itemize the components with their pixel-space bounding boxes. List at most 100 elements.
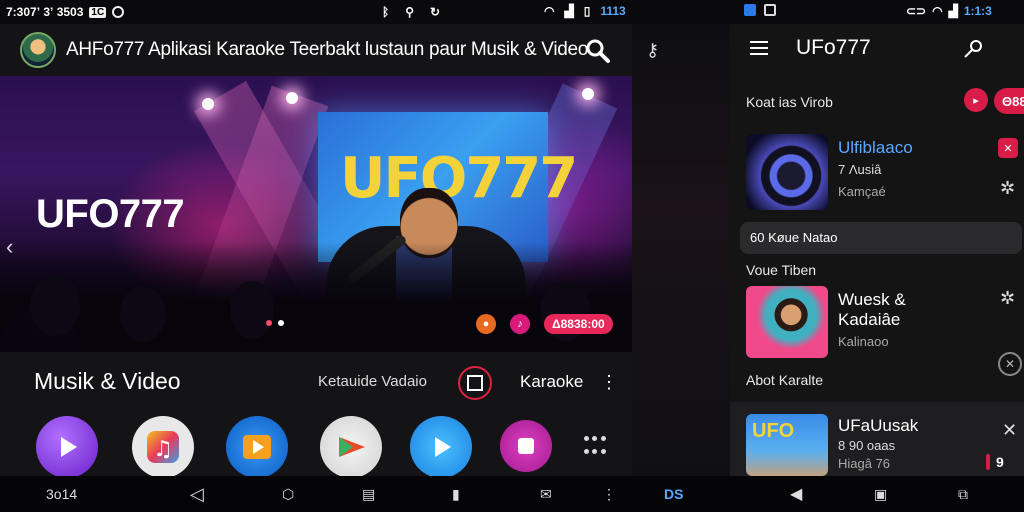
gallery-icon[interactable]: ▤ [362,485,375,503]
back-icon[interactable]: ◀ [790,485,802,503]
section-link[interactable]: Ketauide Vadaio [318,373,427,390]
signal-icon: ▟ [564,4,574,18]
carousel-dot[interactable] [278,320,284,326]
singer-thumbnail [746,286,828,358]
views-badge[interactable]: Δ8838:00 [544,314,613,334]
item-title-line2: Kadaiâe [838,310,901,329]
row1-badge[interactable]: Θ8880 [994,88,1024,114]
prev-slide-icon[interactable]: ‹ [6,234,20,259]
status-clock-2: 1:1:3 [963,4,992,18]
right-panel: UFo777 Koat ias Virob ▸ Θ8880 Ulfiblaaco… [730,24,1024,476]
battery-icon: ▯ [583,4,591,18]
screen-logo-text: UFO777 [340,146,578,211]
crowd-head [30,276,80,336]
app-label[interactable]: DS [664,485,683,503]
item-meta: Kamçaé [838,184,886,199]
bluetooth-icon: ᛒ [382,5,390,19]
row-label-3: Abot Karalte [746,372,824,388]
close-icon[interactable]: ✕ [1002,420,1017,441]
menu-icon[interactable] [750,41,768,55]
video-play-icon [243,435,271,459]
user-icon[interactable]: ● [476,314,496,334]
item-badge: 9 [996,454,1004,470]
mail-icon[interactable]: ✉ [540,485,552,503]
video-clip-app-icon[interactable] [500,420,552,472]
avatar[interactable] [20,32,56,68]
item-title: UFaUusak [838,416,919,435]
stage-spotlight [202,98,214,110]
crowd-silhouette [0,242,632,352]
item-meta: Hiagâ 76 [838,456,891,471]
item-subtitle: 8 90 oaas [838,438,896,453]
thumbnail-logo: UFO [752,420,795,442]
list-item[interactable]: Ulfiblaaco 7 Ʌusiâ Kamçaé ✕ ✲ [730,130,1024,214]
row1-actions: ▸ Θ8880 [964,88,1024,114]
screen-cast-button[interactable] [458,366,492,400]
hero-actions: ● ♪ Δ8838:00 [476,314,613,334]
play-store-app-icon[interactable] [320,416,382,478]
item-title: Ulfiblaaco [838,138,913,157]
pin-icon: ⚲ [405,5,414,19]
music-note-icon: ♫ [147,431,179,463]
more-icon[interactable]: ⋮ [602,485,616,503]
stage-spotlight [286,92,298,104]
list-item[interactable]: UFO UFaUusak 8 90 oaas Hiagâ 76 ✕ 9 [730,402,1024,476]
speaker-thumbnail [746,134,828,210]
info-chip[interactable]: 60 Køue Natao [740,222,1022,254]
play-purple-app-icon[interactable] [36,416,98,478]
play-icon [435,437,451,457]
key-icon[interactable] [962,38,984,60]
cube-icon[interactable]: ⬡ [282,485,294,503]
music-video-section: Musik & Video Ketauide Vadaio Karaoke ⋮ … [0,352,632,478]
status-bar: 7:307ʼ 3ʼ 3503 1C ᛒ ⚲ ↻ ◠ ▟ ▯ 1113 ⊂⊃ ◠ … [0,0,1024,24]
search-icon[interactable] [584,37,612,65]
key-icon[interactable]: ⚷ [646,40,659,61]
crowd-head [230,281,274,339]
row-label-1: Koat ias Virob [746,94,833,110]
shuffle-icon[interactable]: ✕ [998,138,1018,158]
play-icon[interactable]: ▸ [964,88,988,112]
sync-icon: ↻ [430,5,441,19]
right-panel-header: UFo777 [730,24,1024,74]
message-icon [764,4,776,16]
app-title: AHFo777 Aplikasi Karaoke Teerbakt lustau… [66,39,589,60]
carousel-dot-active[interactable] [266,320,272,326]
video-player-app-icon[interactable] [226,416,288,478]
signal-icon-2: ▟ [948,4,958,18]
music-app-icon[interactable]: ♫ [132,416,194,478]
item-meta: Kalinaoo [838,334,889,349]
app-shortcuts: ♫ [36,416,626,478]
notification-icon [112,6,125,18]
play-icon [61,437,77,457]
play-blue-app-icon[interactable] [410,416,472,478]
home-icon[interactable]: ▣ [874,485,887,503]
item-subtitle: 7 Ʌusiâ [838,162,882,177]
back-icon[interactable]: ◁ [190,484,204,504]
play-store-icon [339,437,365,457]
carousel-dots [266,320,284,326]
hero-title: UFO777 [36,192,185,236]
progress-marker [986,454,990,470]
karaoke-tab[interactable]: Karaoke [520,372,583,392]
book-icon[interactable]: ▮ [452,485,460,503]
app-notify-icon [744,4,756,16]
close-icon[interactable]: ✕ [998,352,1022,376]
row-label-2: Voue Tiben [746,262,817,278]
link-icon: ⊂⊃ [906,4,927,18]
list-item[interactable]: Wuesk & Kadaiâe Kalinaoo ✲ [730,286,1024,366]
svg-text:♫: ♫ [153,437,173,462]
apps-grid-icon[interactable] [584,436,606,458]
settings-icon[interactable]: ✲ [1000,178,1015,199]
background-strip [632,24,730,476]
crowd-head [120,286,166,342]
section-title: Musik & Video [34,368,181,394]
screen-icon [467,375,483,391]
recents-icon[interactable]: ⧉ [958,485,968,503]
more-options-icon[interactable]: ⋮ [600,372,618,394]
hero-banner[interactable]: UFO777 UFO777 ‹ ● ♪ Δ8838:00 [0,76,632,352]
music-icon[interactable]: ♪ [510,314,530,334]
clip-icon [518,438,534,454]
status-clock: 1113 [600,4,626,18]
settings-icon[interactable]: ✲ [1000,288,1015,309]
app-header: AHFo777 Aplikasi Karaoke Teerbakt lustau… [0,24,632,76]
